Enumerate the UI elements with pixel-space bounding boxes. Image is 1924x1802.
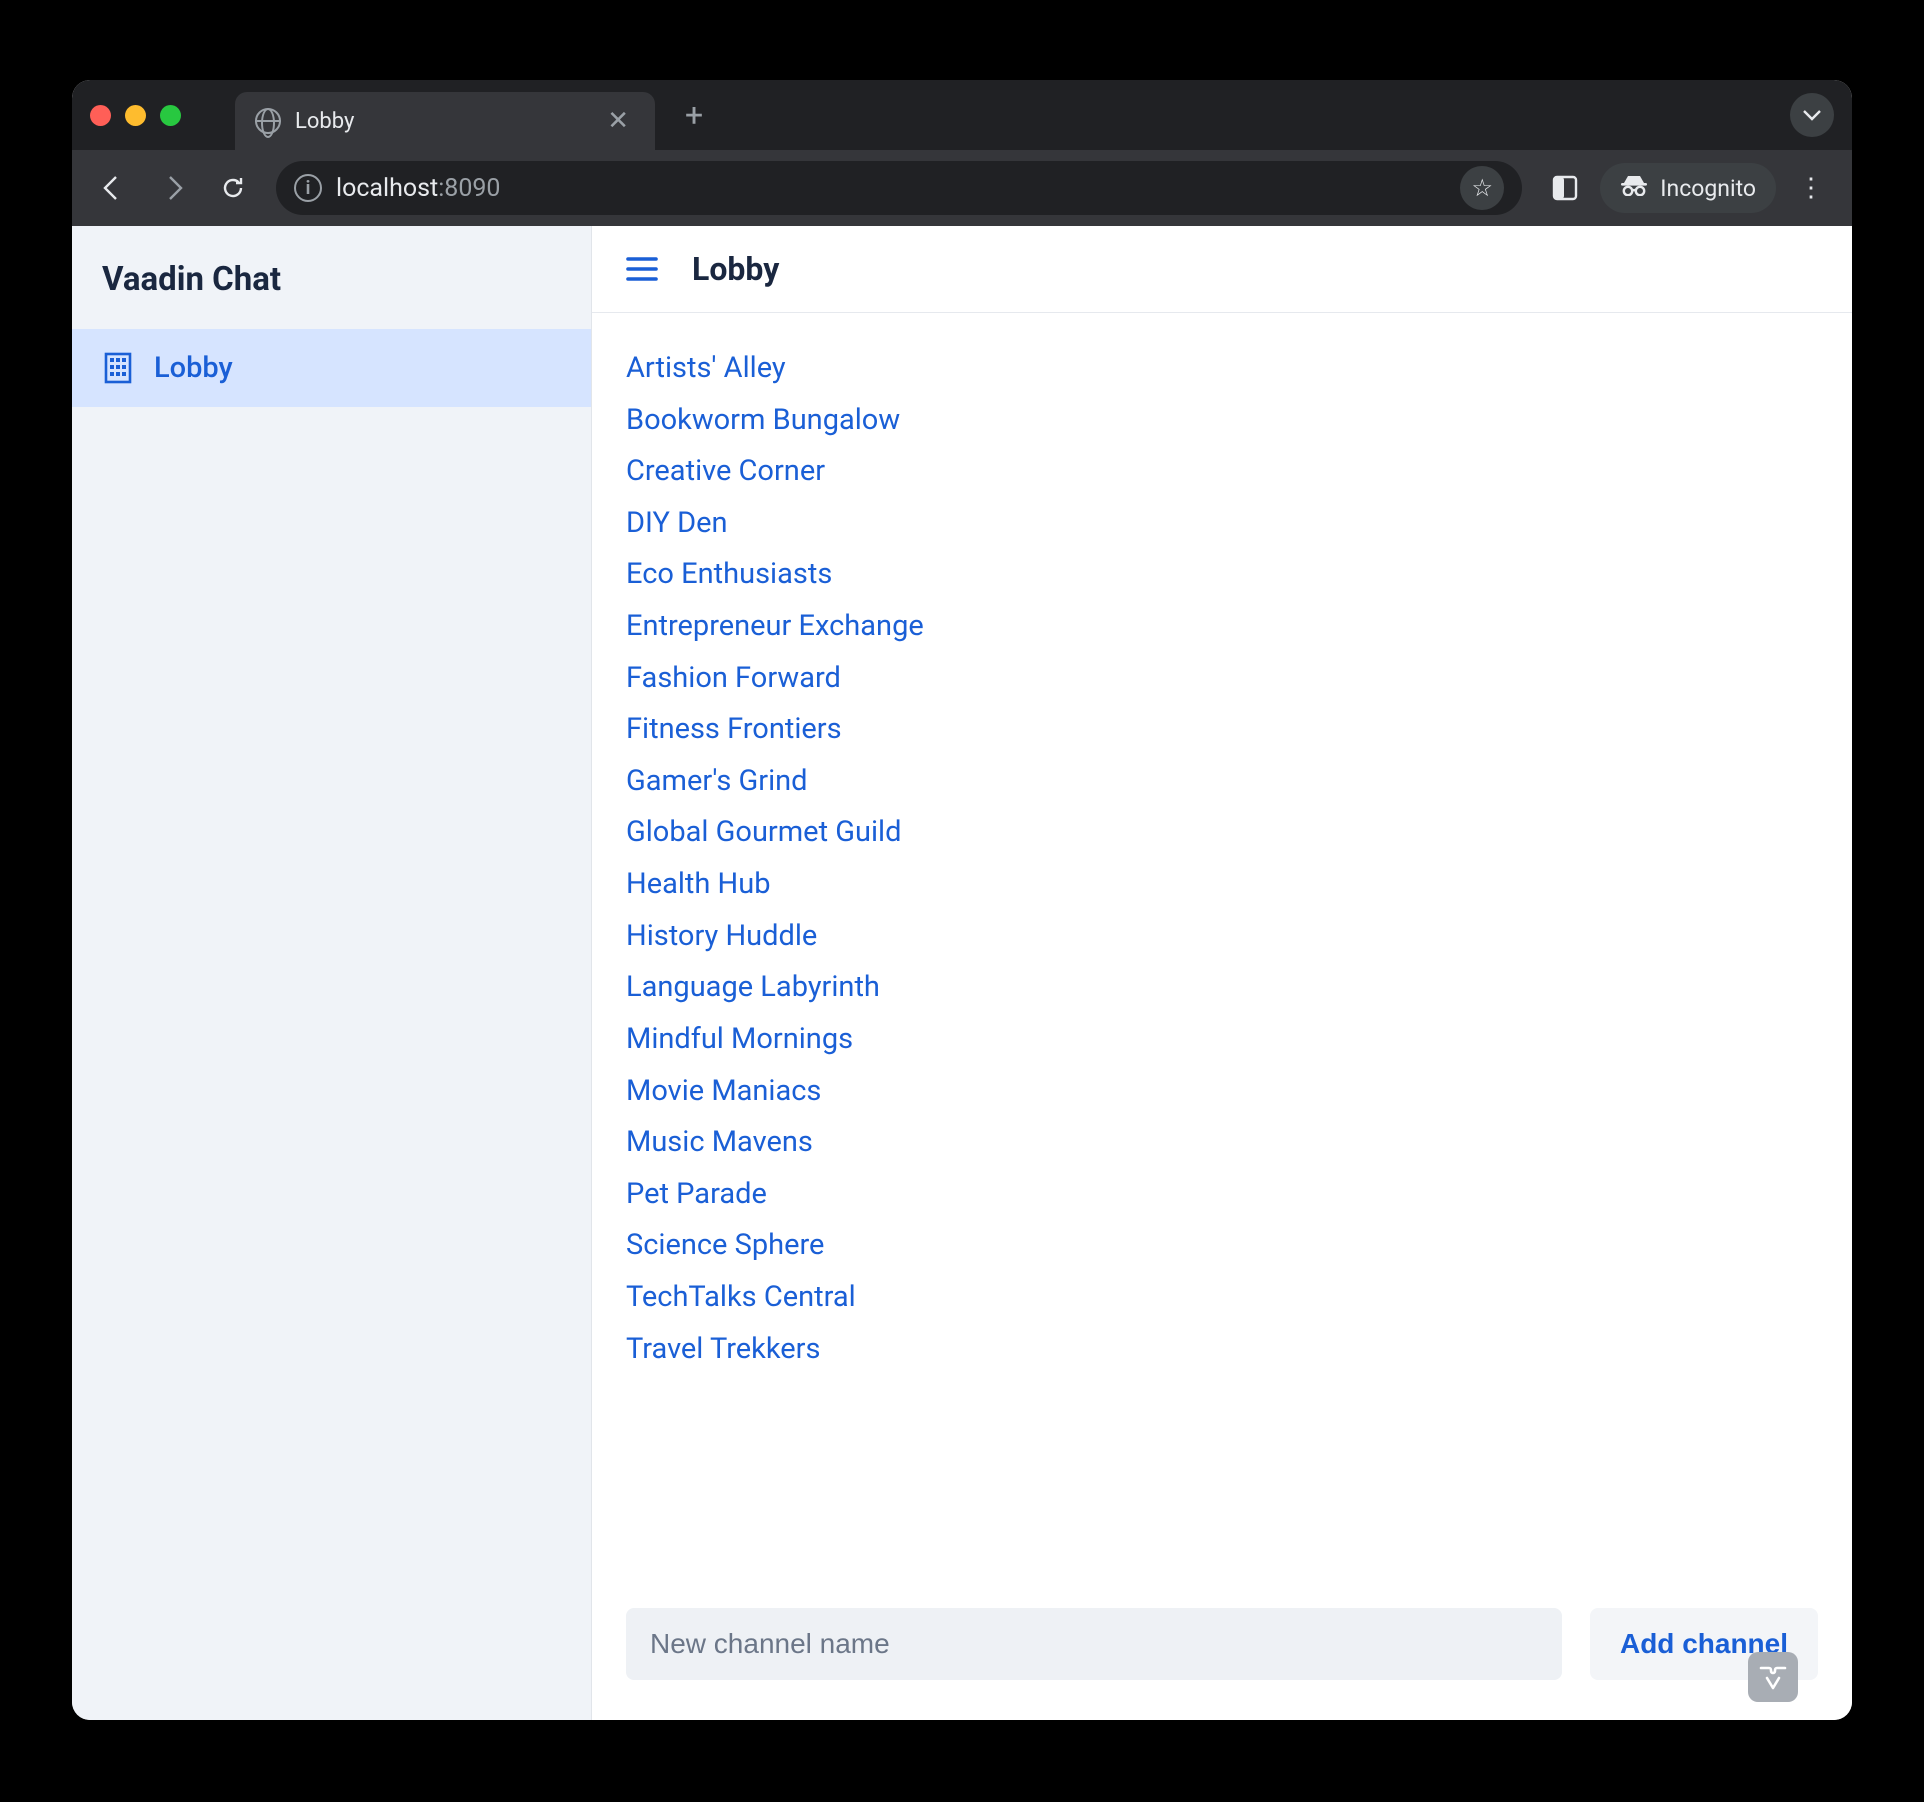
- reload-button[interactable]: [208, 163, 258, 213]
- url-host: localhost: [336, 174, 438, 203]
- panel-toggle-button[interactable]: [1540, 163, 1590, 213]
- browser-tab[interactable]: Lobby ✕: [235, 92, 655, 150]
- browser-window: Lobby ✕ + i localhost: [72, 80, 1852, 1720]
- main-header: Lobby: [592, 226, 1852, 313]
- channel-link[interactable]: Eco Enthusiasts: [626, 549, 1818, 601]
- sidebar-item-label: Lobby: [154, 351, 233, 385]
- app-content: Vaadin Chat Lobby Lobby Artists' AlleyBo…: [72, 226, 1852, 1720]
- page-title: Lobby: [692, 250, 779, 288]
- vaadin-icon: [1758, 1662, 1788, 1692]
- channel-link[interactable]: Language Labyrinth: [626, 962, 1818, 1014]
- channel-link[interactable]: DIY Den: [626, 498, 1818, 550]
- incognito-icon: [1620, 174, 1648, 202]
- drawer-toggle-button[interactable]: [626, 256, 658, 282]
- channel-link[interactable]: Fitness Frontiers: [626, 704, 1818, 756]
- channel-link[interactable]: Artists' Alley: [626, 343, 1818, 395]
- channel-link[interactable]: Health Hub: [626, 859, 1818, 911]
- channel-link[interactable]: Pet Parade: [626, 1169, 1818, 1221]
- channel-link[interactable]: Gamer's Grind: [626, 756, 1818, 808]
- vaadin-devtools-badge[interactable]: [1748, 1652, 1798, 1702]
- globe-icon: [255, 108, 281, 134]
- url-text: localhost:8090: [336, 174, 1446, 203]
- bookmark-button[interactable]: ☆: [1460, 166, 1504, 210]
- address-bar[interactable]: i localhost:8090 ☆: [276, 161, 1522, 215]
- channel-link[interactable]: Science Sphere: [626, 1220, 1818, 1272]
- channel-link[interactable]: History Huddle: [626, 911, 1818, 963]
- arrow-left-icon: [98, 173, 128, 203]
- channel-link[interactable]: Entrepreneur Exchange: [626, 601, 1818, 653]
- browser-chrome: Lobby ✕ + i localhost: [72, 80, 1852, 226]
- footer: Add channel: [592, 1584, 1852, 1720]
- app-title: Vaadin Chat: [72, 226, 591, 329]
- address-bar-container: i localhost:8090 ☆: [276, 161, 1522, 215]
- channel-link[interactable]: Travel Trekkers: [626, 1324, 1818, 1376]
- tab-close-button[interactable]: ✕: [601, 106, 635, 136]
- channel-link[interactable]: Movie Maniacs: [626, 1066, 1818, 1118]
- sidebar: Vaadin Chat Lobby: [72, 226, 592, 1720]
- reload-icon: [219, 174, 247, 202]
- panel-icon: [1552, 175, 1578, 201]
- tab-title: Lobby: [295, 109, 587, 134]
- site-info-icon[interactable]: i: [294, 174, 322, 202]
- window-minimize-button[interactable]: [125, 105, 146, 126]
- building-icon: [104, 352, 132, 384]
- window-maximize-button[interactable]: [160, 105, 181, 126]
- channel-link[interactable]: Global Gourmet Guild: [626, 807, 1818, 859]
- channel-link[interactable]: Creative Corner: [626, 446, 1818, 498]
- arrow-right-icon: [158, 173, 188, 203]
- main-area: Lobby Artists' AlleyBookworm BungalowCre…: [592, 226, 1852, 1720]
- url-port: :8090: [438, 174, 500, 203]
- channel-link[interactable]: Fashion Forward: [626, 653, 1818, 705]
- channel-list: Artists' AlleyBookworm BungalowCreative …: [592, 313, 1852, 1584]
- channel-link[interactable]: Mindful Mornings: [626, 1014, 1818, 1066]
- hamburger-icon: [626, 256, 658, 282]
- channel-link[interactable]: Music Mavens: [626, 1117, 1818, 1169]
- new-tab-button[interactable]: +: [669, 96, 719, 134]
- chevron-down-icon: [1802, 108, 1822, 122]
- window-controls: [90, 105, 181, 126]
- forward-button[interactable]: [148, 163, 198, 213]
- channel-link[interactable]: Bookworm Bungalow: [626, 395, 1818, 447]
- back-button[interactable]: [88, 163, 138, 213]
- tab-strip: Lobby ✕ +: [72, 80, 1852, 150]
- tabs-dropdown-button[interactable]: [1790, 93, 1834, 137]
- browser-menu-button[interactable]: ⋮: [1786, 163, 1836, 213]
- window-close-button[interactable]: [90, 105, 111, 126]
- sidebar-item-lobby[interactable]: Lobby: [72, 329, 591, 407]
- incognito-indicator[interactable]: Incognito: [1600, 163, 1776, 213]
- toolbar: i localhost:8090 ☆ Incognito ⋮: [72, 150, 1852, 226]
- incognito-label: Incognito: [1660, 175, 1756, 202]
- new-channel-input[interactable]: [626, 1608, 1562, 1680]
- channel-link[interactable]: TechTalks Central: [626, 1272, 1818, 1324]
